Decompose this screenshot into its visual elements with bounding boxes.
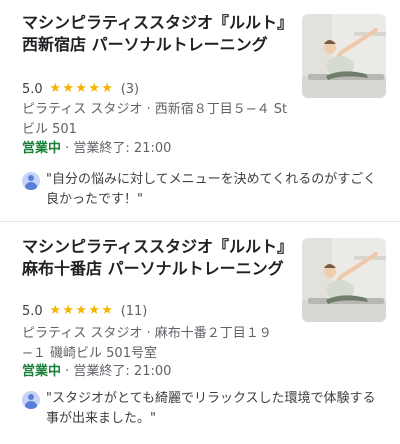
studio-photo-image bbox=[302, 238, 386, 322]
star-icon: ★ bbox=[75, 81, 88, 96]
user-avatar-icon bbox=[22, 391, 40, 409]
rating-row: 5.0 ★ ★ ★ ★ ★ (11) bbox=[22, 302, 147, 320]
rating-row: 5.0 ★ ★ ★ ★ ★ (3) bbox=[22, 80, 139, 98]
hours-row: 営業中 · 営業終了: 21:00 bbox=[22, 140, 171, 158]
review-text: "スタジオがとても綺麗でリラックスした環境で体験する事が出来ました。" bbox=[46, 391, 376, 426]
closing-time: · 営業終了: 21:00 bbox=[65, 141, 172, 156]
review-count[interactable]: (11) bbox=[121, 304, 148, 319]
star-icon: ★ bbox=[88, 303, 101, 318]
star-rating: ★ ★ ★ ★ ★ bbox=[49, 82, 114, 96]
star-icon: ★ bbox=[62, 81, 75, 96]
review-text: "自分の悩みに対してメニューを決めてくれるのがすごく良かったです！" bbox=[46, 172, 377, 207]
star-icon: ★ bbox=[101, 81, 114, 96]
rating-value: 5.0 bbox=[22, 81, 43, 97]
user-avatar-icon bbox=[22, 172, 40, 190]
place-title[interactable]: マシンピラティススタジオ『ルルト』西新宿店 パーソナルトレーニング bbox=[22, 12, 290, 56]
category-address: ピラティス スタジオ · 麻布十番２丁目１９−１ 磯崎ビル 501号室 bbox=[22, 326, 272, 361]
star-icon: ★ bbox=[62, 303, 75, 318]
studio-photo[interactable] bbox=[302, 14, 386, 98]
star-rating: ★ ★ ★ ★ ★ bbox=[49, 304, 114, 318]
star-icon: ★ bbox=[88, 81, 101, 96]
place-result-card[interactable]: マシンピラティススタジオ『ルルト』西新宿店 パーソナルトレーニング 5.0 ★ … bbox=[0, 0, 400, 222]
place-title[interactable]: マシンピラティススタジオ『ルルト』麻布十番店 パーソナルトレーニング bbox=[22, 236, 290, 280]
hours-row: 営業中 · 営業終了: 21:00 bbox=[22, 363, 171, 381]
studio-photo[interactable] bbox=[302, 238, 386, 322]
open-status: 営業中 bbox=[22, 141, 62, 156]
star-icon: ★ bbox=[75, 303, 88, 318]
review-count[interactable]: (3) bbox=[121, 82, 139, 97]
star-icon: ★ bbox=[49, 81, 62, 96]
open-status: 営業中 bbox=[22, 364, 62, 379]
closing-time: · 営業終了: 21:00 bbox=[65, 364, 172, 379]
place-result-card[interactable]: マシンピラティススタジオ『ルルト』麻布十番店 パーソナルトレーニング 5.0 ★… bbox=[0, 222, 400, 444]
category-address: ピラティス スタジオ · 西新宿８丁目５−４ Stビル 501 bbox=[22, 102, 288, 137]
rating-value: 5.0 bbox=[22, 303, 43, 319]
star-icon: ★ bbox=[49, 303, 62, 318]
star-icon: ★ bbox=[101, 303, 114, 318]
studio-photo-image bbox=[302, 14, 386, 98]
review-snippet: "自分の悩みに対してメニューを決めてくれるのがすごく良かったです！" bbox=[22, 170, 382, 210]
review-snippet: "スタジオがとても綺麗でリラックスした環境で体験する事が出来ました。" bbox=[22, 389, 382, 429]
